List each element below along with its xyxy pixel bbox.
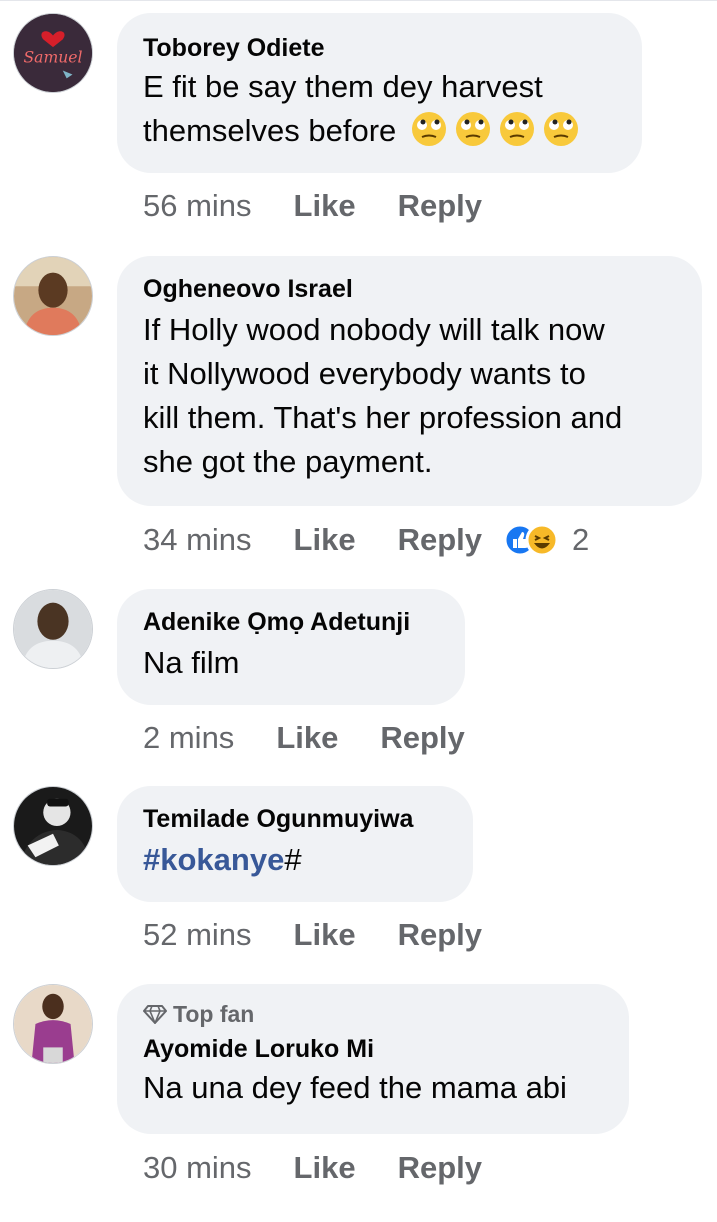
comment-bubble: Toborey Odiete E fit be say them dey har… (117, 13, 642, 173)
avatar-image (14, 590, 92, 668)
like-button[interactable]: Like (294, 917, 356, 953)
comment-text: E fit be say them dey harvest themselves… (143, 65, 616, 159)
comment-time[interactable]: 2 mins (143, 720, 234, 756)
reactions-summary[interactable]: 2 (502, 522, 589, 558)
avatar-image (14, 787, 92, 865)
comment-actions: 2 mins Like Reply (143, 720, 465, 756)
like-button[interactable]: Like (276, 720, 338, 756)
comment-bubble: Temilade Ogunmuyiwa #kokanye# (117, 786, 473, 902)
comment-author[interactable]: Ayomide Loruko Mi (143, 1034, 603, 1064)
comment-actions: 52 mins Like Reply (143, 917, 482, 953)
comment-actions: 30 mins Like Reply (143, 1150, 482, 1186)
eye-roll-face-icon (409, 111, 449, 159)
avatar-lettering: Samuel (23, 49, 82, 67)
avatar[interactable] (13, 589, 93, 669)
like-haha-reaction-icons (503, 523, 559, 557)
top-divider (0, 0, 717, 1)
comment-actions: 56 mins Like Reply (143, 188, 482, 224)
like-button[interactable]: Like (294, 188, 356, 224)
avatar[interactable]: Samuel (13, 13, 93, 93)
reply-button[interactable]: Reply (380, 720, 464, 756)
eye-roll-face-icon (541, 111, 581, 159)
comment-text: Na film (143, 645, 240, 680)
avatar[interactable] (13, 786, 93, 866)
reaction-count: 2 (572, 522, 590, 557)
hashtag-link[interactable]: #kokanye (143, 842, 284, 877)
like-button[interactable]: Like (294, 522, 356, 558)
comment-time[interactable]: 34 mins (143, 522, 252, 558)
comment-text: If Holly wood nobody will talk now it No… (143, 312, 623, 479)
diamond-icon (143, 1005, 167, 1024)
avatar[interactable] (13, 984, 93, 1064)
top-fan-label: Top fan (173, 1001, 255, 1027)
comment-bubble: Adenike Ọmọ Adetunji Na film (117, 589, 465, 705)
reply-button[interactable]: Reply (398, 917, 482, 953)
comment-text: #kokanye# (143, 842, 302, 877)
avatar-image (14, 257, 92, 335)
comment-time[interactable]: 56 mins (143, 188, 252, 224)
avatar-image: Samuel (14, 14, 92, 92)
comment-author[interactable]: Toborey Odiete (143, 33, 616, 63)
avatar[interactable] (13, 256, 93, 336)
comment-author[interactable]: Ogheneovo Israel (143, 274, 676, 304)
comment-bubble: Top fan Ayomide Loruko Mi Na una dey fee… (117, 984, 629, 1134)
comment-author[interactable]: Adenike Ọmọ Adetunji (143, 607, 439, 637)
comment-text: Na una dey feed the mama abi (143, 1070, 567, 1105)
comment-time[interactable]: 30 mins (143, 1150, 252, 1186)
comment-bubble: Ogheneovo Israel If Holly wood nobody wi… (117, 256, 702, 506)
comment-time[interactable]: 52 mins (143, 917, 252, 953)
reply-button[interactable]: Reply (398, 188, 482, 224)
avatar-image (14, 985, 92, 1063)
reply-button[interactable]: Reply (398, 522, 482, 558)
comment-author[interactable]: Temilade Ogunmuyiwa (143, 804, 447, 834)
eye-roll-face-icon (497, 111, 537, 159)
top-fan-badge: Top fan (143, 1000, 603, 1028)
like-button[interactable]: Like (294, 1150, 356, 1186)
comment-actions: 34 mins Like Reply 2 (143, 522, 589, 558)
eye-roll-face-icon (453, 111, 493, 159)
reply-button[interactable]: Reply (398, 1150, 482, 1186)
